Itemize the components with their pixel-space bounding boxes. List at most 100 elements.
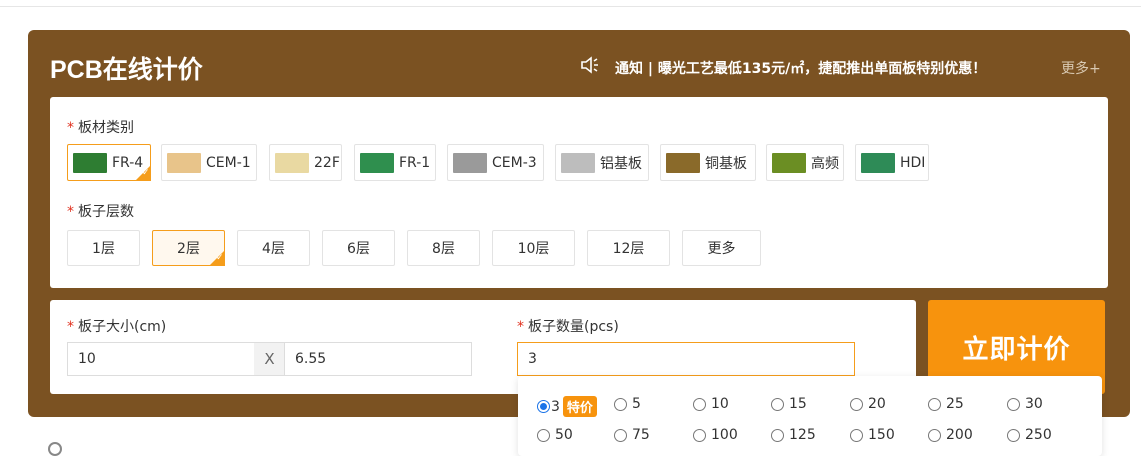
selected-check-icon (135, 165, 151, 181)
radio-icon[interactable] (850, 428, 863, 442)
quantity-option-label: 125 (789, 427, 816, 443)
material-thumbnail-icon (666, 152, 700, 173)
radio-icon[interactable] (771, 397, 784, 411)
top-divider (0, 6, 1141, 7)
width-input[interactable]: 10 (67, 342, 255, 376)
quantity-option-label: 75 (632, 427, 650, 443)
size-separator: X (254, 342, 285, 376)
radio-icon[interactable] (614, 428, 627, 442)
layer-option[interactable]: 4层 (237, 230, 310, 266)
material-option-label: CEM-3 (492, 154, 537, 171)
material-option[interactable]: 22F (269, 144, 342, 181)
material-option-label: 22F (314, 154, 340, 171)
material-option[interactable]: 高频 (766, 144, 844, 181)
notice-text[interactable]: 通知 | 曝光工艺最低135元/㎡，捷配推出单面板特别优惠！ (615, 58, 986, 78)
material-option-label: 铝基板 (600, 155, 642, 172)
material-label: * 板材类别 (67, 120, 134, 136)
radio-icon[interactable] (614, 397, 627, 411)
layer-option[interactable]: 1层 (67, 230, 140, 266)
quantity-option[interactable]: 50 (537, 427, 573, 443)
material-option-label: CEM-1 (206, 154, 251, 171)
quantity-option-label: 20 (868, 396, 886, 412)
material-thumbnail-icon (73, 152, 107, 173)
quantity-option[interactable]: 125 (771, 427, 816, 443)
layer-option-label: 8层 (432, 241, 455, 257)
material-option[interactable]: 铝基板 (555, 144, 649, 181)
quantity-option[interactable]: 5 (614, 396, 641, 412)
quantity-option-label: 200 (946, 427, 973, 443)
material-option[interactable]: FR-4 (67, 144, 151, 181)
quantity-option-label: 50 (555, 427, 573, 443)
quantity-option[interactable]: 15 (771, 396, 807, 412)
special-price-badge: 特价 (562, 396, 597, 417)
quantity-option-label: 250 (1025, 427, 1052, 443)
material-thumbnail-icon (360, 152, 394, 173)
quantity-dropdown (518, 376, 1102, 456)
material-option-label: 高频 (811, 155, 839, 172)
size-label: * 板子大小(cm) (67, 319, 167, 335)
radio-icon[interactable] (537, 400, 550, 413)
material-option-label: HDI (900, 154, 926, 171)
quantity-option[interactable]: 20 (850, 396, 886, 412)
material-thumbnail-icon (861, 152, 895, 173)
layer-option-label: 2层 (177, 241, 200, 257)
material-thumbnail-icon (772, 152, 806, 173)
radio-icon[interactable] (771, 428, 784, 442)
quantity-option-label: 3 (551, 398, 560, 415)
quantity-option[interactable]: 250 (1007, 427, 1052, 443)
layer-option[interactable]: 12层 (587, 230, 670, 266)
material-thumbnail-icon (453, 152, 487, 173)
material-thumbnail-icon (275, 152, 309, 173)
radio-icon[interactable] (693, 428, 706, 442)
radio-icon[interactable] (537, 428, 550, 442)
layer-option[interactable]: 2层 (152, 230, 225, 266)
material-option[interactable]: 铜基板 (660, 144, 756, 181)
quantity-option[interactable]: 10 (693, 396, 729, 412)
quantity-option-label: 30 (1025, 396, 1043, 412)
quantity-option-label: 150 (868, 427, 895, 443)
quantity-option[interactable]: 200 (928, 427, 973, 443)
layer-option-label: 12层 (612, 241, 645, 257)
layer-option-label: 更多 (707, 241, 736, 257)
quantity-option-label: 25 (946, 396, 964, 412)
quantity-option[interactable]: 30 (1007, 396, 1043, 412)
radio-icon[interactable] (928, 428, 941, 442)
layer-option[interactable]: 6层 (322, 230, 395, 266)
circle-icon (48, 442, 62, 456)
panel-title: PCB在线计价 (50, 56, 203, 84)
material-option[interactable]: CEM-3 (447, 144, 544, 181)
material-thumbnail-icon (167, 152, 201, 173)
layer-option[interactable]: 8层 (407, 230, 480, 266)
radio-icon[interactable] (1007, 428, 1020, 442)
layer-option-label: 4层 (262, 241, 285, 257)
quantity-option-label: 100 (711, 427, 738, 443)
radio-icon[interactable] (1007, 397, 1020, 411)
quantity-option-label: 5 (632, 396, 641, 412)
more-link[interactable]: 更多+ (1061, 58, 1101, 78)
quantity-input[interactable]: 3 (517, 342, 855, 376)
radio-icon[interactable] (693, 397, 706, 411)
material-option[interactable]: FR-1 (354, 144, 436, 181)
material-thumbnail-icon (561, 152, 595, 173)
quantity-option-label: 15 (789, 396, 807, 412)
radio-icon[interactable] (850, 397, 863, 411)
material-option[interactable]: HDI (855, 144, 929, 181)
layer-option-label: 6层 (347, 241, 370, 257)
material-option[interactable]: CEM-1 (161, 144, 257, 181)
quantity-option[interactable]: 75 (614, 427, 650, 443)
layer-option[interactable]: 更多 (682, 230, 761, 266)
height-input[interactable]: 6.55 (284, 342, 472, 376)
radio-icon[interactable] (928, 397, 941, 411)
quantity-label: * 板子数量(pcs) (517, 319, 619, 335)
selected-check-icon (209, 250, 225, 266)
quantity-option[interactable]: 150 (850, 427, 895, 443)
layer-option-label: 10层 (517, 241, 550, 257)
speaker-icon (581, 56, 598, 74)
layers-label: * 板子层数 (67, 204, 134, 220)
quantity-option[interactable]: 25 (928, 396, 964, 412)
quantity-option[interactable]: 3 特价 (537, 396, 597, 417)
material-option-label: FR-1 (399, 154, 431, 171)
layer-option-label: 1层 (92, 241, 115, 257)
layer-option[interactable]: 10层 (492, 230, 575, 266)
quantity-option[interactable]: 100 (693, 427, 738, 443)
